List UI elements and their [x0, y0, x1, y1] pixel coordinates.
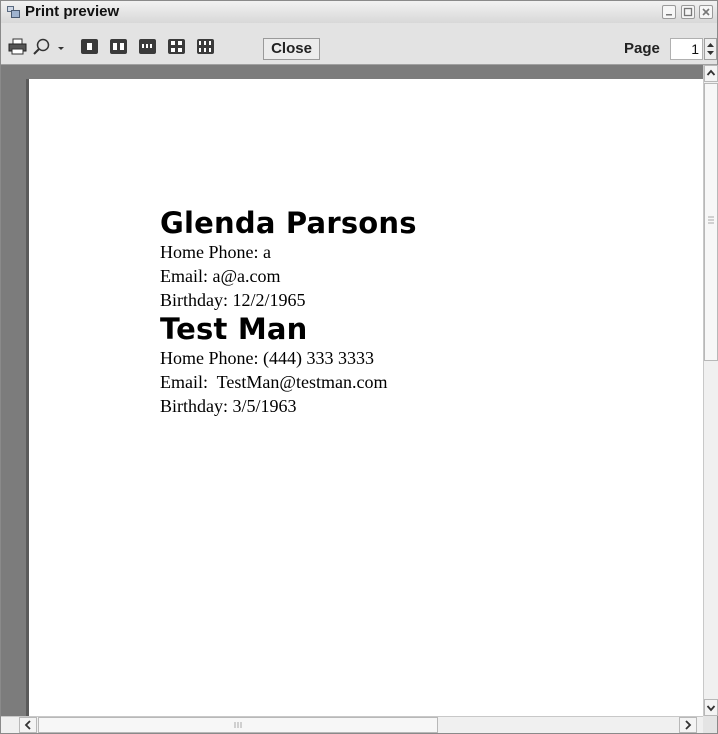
three-pages-button[interactable] — [139, 39, 156, 54]
chevron-down-icon — [58, 47, 64, 50]
horizontal-scroll-thumb[interactable] — [38, 717, 438, 733]
two-pages-icon — [112, 42, 118, 51]
contact-email: Email: TestMan@testman.com — [160, 372, 388, 392]
page-spinner[interactable] — [704, 38, 717, 60]
resize-grip[interactable] — [703, 716, 717, 733]
scroll-left-button[interactable] — [19, 717, 37, 733]
scroll-down-button[interactable] — [704, 699, 718, 716]
maximize-icon — [683, 7, 693, 17]
preview-toolbar: Close Page 1 — [1, 23, 717, 65]
page-number-input[interactable]: 1 — [670, 38, 703, 60]
printer-icon — [8, 38, 27, 55]
close-icon — [702, 8, 710, 16]
minimize-button[interactable] — [662, 5, 676, 19]
six-pages-icon — [198, 40, 202, 46]
page-content: Glenda Parsons Home Phone: a Email: a@a.… — [160, 206, 417, 418]
magnifier-icon — [33, 38, 50, 55]
scroll-right-button[interactable] — [679, 717, 697, 733]
vertical-scrollbar[interactable] — [703, 65, 718, 716]
scroll-up-button[interactable] — [704, 65, 718, 82]
window-title: Print preview — [25, 3, 120, 20]
print-preview-window: Print preview Close Page 1 Glenda Parson… — [0, 0, 718, 734]
contact-entry: Test Man Home Phone: (444) 333 3333 Emai… — [160, 312, 417, 418]
contact-entry: Glenda Parsons Home Phone: a Email: a@a.… — [160, 206, 417, 312]
contact-email: Email: a@a.com — [160, 266, 281, 286]
six-pages-button[interactable] — [197, 39, 214, 54]
preview-area[interactable]: Glenda Parsons Home Phone: a Email: a@a.… — [1, 65, 717, 716]
contact-birthday: Birthday: 3/5/1963 — [160, 396, 297, 416]
title-bar[interactable]: Print preview — [1, 1, 717, 24]
minimize-icon — [666, 14, 672, 16]
scroll-down-icon — [706, 705, 716, 712]
contact-birthday: Birthday: 12/2/1965 — [160, 290, 306, 310]
spin-down-icon[interactable] — [707, 51, 714, 55]
contact-name: Test Man — [160, 312, 308, 346]
close-preview-button[interactable]: Close — [263, 38, 320, 60]
one-page-icon — [86, 42, 93, 51]
page-label: Page — [624, 40, 660, 57]
four-pages-icon — [170, 40, 176, 46]
scroll-up-icon — [706, 69, 716, 76]
contact-name: Glenda Parsons — [160, 206, 417, 240]
contact-home-phone: Home Phone: a — [160, 242, 271, 262]
vertical-scroll-thumb[interactable] — [704, 83, 718, 361]
print-button[interactable] — [8, 38, 28, 55]
horizontal-scrollbar[interactable] — [1, 716, 703, 733]
scroll-right-icon — [685, 720, 692, 730]
scroll-left-icon — [24, 720, 31, 730]
close-window-button[interactable] — [699, 5, 713, 19]
one-page-button[interactable] — [81, 39, 98, 54]
preview-page: Glenda Parsons Home Phone: a Email: a@a.… — [29, 79, 704, 716]
print-preview-window-icon — [7, 6, 20, 18]
contact-home-phone: Home Phone: (444) 333 3333 — [160, 348, 374, 368]
zoom-dropdown[interactable] — [56, 38, 66, 55]
spin-up-icon[interactable] — [707, 43, 714, 47]
two-pages-button[interactable] — [110, 39, 127, 54]
four-pages-button[interactable] — [168, 39, 185, 54]
zoom-button[interactable] — [32, 38, 54, 55]
maximize-button[interactable] — [681, 5, 695, 19]
